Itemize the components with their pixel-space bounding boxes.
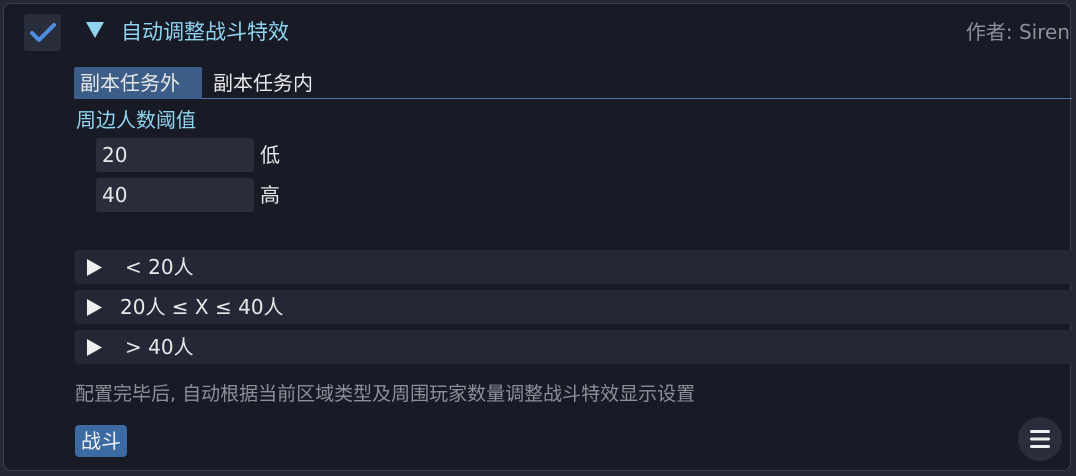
high-unit-label: 高 bbox=[260, 183, 280, 207]
threshold-label: 周边人数阈值 bbox=[76, 108, 196, 132]
triangle-right-icon bbox=[87, 259, 102, 276]
menu-button[interactable] bbox=[1018, 417, 1062, 461]
low-threshold-input[interactable] bbox=[96, 138, 254, 172]
range-label: < 20人 bbox=[125, 255, 194, 279]
triangle-right-icon bbox=[87, 339, 102, 356]
check-icon bbox=[30, 23, 56, 42]
range-row-low[interactable]: < 20人 bbox=[75, 250, 1072, 284]
triangle-down-icon[interactable] bbox=[86, 22, 104, 38]
low-unit-label: 低 bbox=[260, 143, 280, 167]
range-row-high[interactable]: > 40人 bbox=[75, 330, 1072, 364]
tab-inside-dungeon[interactable]: 副本任务内 bbox=[207, 67, 335, 99]
high-threshold-input[interactable] bbox=[96, 178, 254, 212]
range-label: > 40人 bbox=[125, 335, 194, 359]
hamburger-icon bbox=[1030, 430, 1050, 448]
tab-bar: 副本任务外 副本任务内 bbox=[74, 65, 1072, 99]
range-row-mid[interactable]: 20人 ≤ X ≤ 40人 bbox=[75, 290, 1072, 324]
category-tag[interactable]: 战斗 bbox=[75, 425, 127, 457]
description-text: 配置完毕后, 自动根据当前区域类型及周围玩家数量调整战斗特效显示设置 bbox=[75, 383, 696, 405]
plugin-title[interactable]: 自动调整战斗特效 bbox=[121, 15, 289, 49]
author-label: 作者: Siren bbox=[965, 20, 1070, 44]
triangle-right-icon bbox=[87, 299, 102, 316]
enable-checkbox[interactable] bbox=[24, 14, 61, 51]
tab-outside-dungeon[interactable]: 副本任务外 bbox=[74, 67, 202, 99]
range-label: 20人 ≤ X ≤ 40人 bbox=[120, 295, 284, 319]
